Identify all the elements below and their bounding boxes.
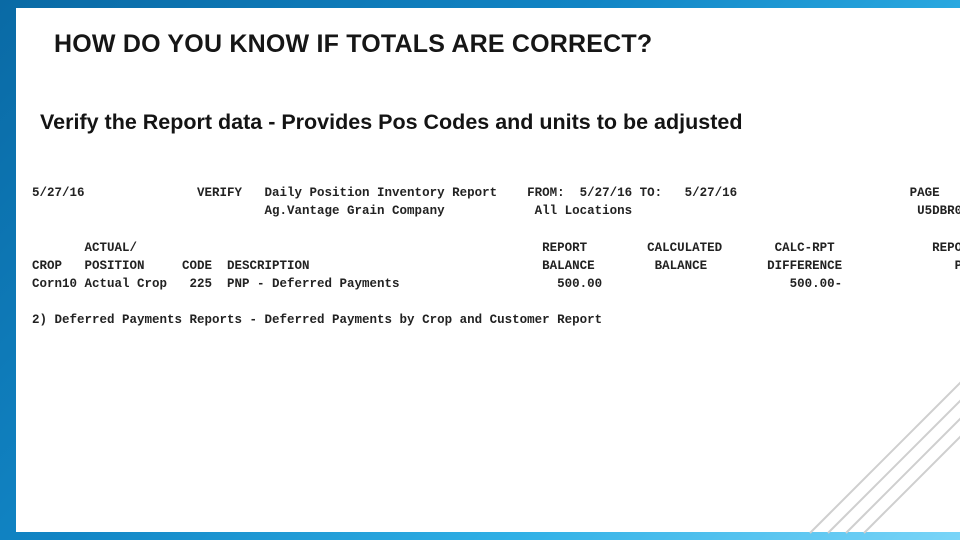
page-title: HOW DO YOU KNOW IF TOTALS ARE CORRECT?	[54, 30, 652, 59]
report-printout: 5/27/16 VERIFY Daily Position Inventory …	[32, 166, 944, 347]
report-row-1: Corn10 Actual Crop 225 PNP - Deferred Pa…	[32, 277, 960, 291]
subtitle: Verify the Report data - Provides Pos Co…	[40, 110, 742, 135]
report-footer-note: 2) Deferred Payments Reports - Deferred …	[32, 313, 602, 327]
report-columns-line2: CROP POSITION CODE DESCRIPTION BALANCE B…	[32, 259, 960, 273]
report-header-line2: Ag.Vantage Grain Company All Locations U…	[32, 204, 960, 218]
report-header-line1: 5/27/16 VERIFY Daily Position Inventory …	[32, 186, 960, 200]
report-columns-line1: ACTUAL/ REPORT CALCULATED CALC-RPT REPOR…	[32, 241, 960, 255]
corner-diagonal-decoration	[800, 372, 960, 532]
slide: HOW DO YOU KNOW IF TOTALS ARE CORRECT? V…	[16, 8, 960, 532]
